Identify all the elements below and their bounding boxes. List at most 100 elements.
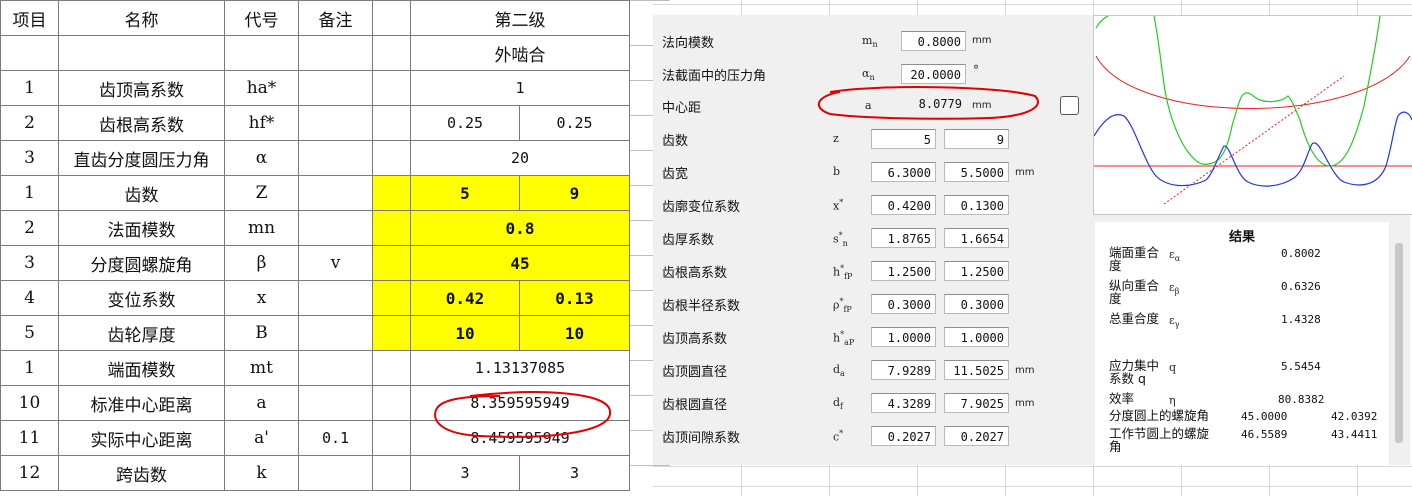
name-cell[interactable]: 分度圆螺旋角	[58, 245, 225, 281]
cell[interactable]	[372, 420, 411, 456]
cell[interactable]	[224, 35, 299, 71]
input-cell-gear1[interactable]: 5	[410, 175, 520, 211]
cell[interactable]	[372, 35, 411, 71]
cell[interactable]	[372, 350, 411, 386]
header-stage2[interactable]: 第二级	[410, 0, 630, 36]
code-cell[interactable]: mt	[224, 350, 299, 386]
value-cell-gear2[interactable]: 0.25	[519, 105, 630, 141]
code-cell[interactable]: α	[224, 140, 299, 176]
value-cell[interactable]: 1	[410, 70, 630, 106]
header-item[interactable]: 项目	[0, 0, 59, 36]
cell[interactable]	[372, 245, 411, 281]
dedendum-coef-input-gear1[interactable]: 1.2500	[871, 261, 936, 281]
note-cell[interactable]: v	[298, 245, 373, 281]
note-cell[interactable]	[298, 315, 373, 351]
mesh-type-cell[interactable]: 外啮合	[410, 35, 630, 71]
name-cell[interactable]: 标准中心距离	[58, 385, 225, 421]
input-cell[interactable]: 45	[410, 245, 630, 281]
header-note[interactable]: 备注	[298, 0, 373, 36]
note-cell[interactable]	[298, 280, 373, 316]
item-cell[interactable]: 1	[0, 70, 59, 106]
tip-clearance-input-gear2[interactable]: 0.2027	[944, 426, 1009, 446]
module-input[interactable]: 0.8000	[901, 31, 966, 51]
cell[interactable]	[0, 35, 59, 71]
cell[interactable]	[372, 105, 411, 141]
input-cell-gear1[interactable]: 0.42	[410, 280, 520, 316]
cell[interactable]	[372, 70, 411, 106]
item-cell[interactable]: 1	[0, 175, 59, 211]
root-radius-coef-input-gear2[interactable]: 0.3000	[944, 294, 1009, 314]
root-diameter-input-gear1[interactable]: 4.3289	[871, 393, 936, 413]
root-radius-coef-input-gear1[interactable]: 0.3000	[871, 294, 936, 314]
cell[interactable]	[372, 280, 411, 316]
item-cell[interactable]: 10	[0, 385, 59, 421]
header-code[interactable]: 代号	[224, 0, 299, 36]
header-blank[interactable]	[372, 0, 411, 36]
item-cell[interactable]: 2	[0, 210, 59, 246]
name-cell[interactable]: 法面模数	[58, 210, 225, 246]
name-cell[interactable]: 直齿分度圆压力角	[58, 140, 225, 176]
cell[interactable]	[372, 315, 411, 351]
header-name[interactable]: 名称	[58, 0, 225, 36]
teeth-input-gear2[interactable]: 9	[944, 129, 1009, 149]
tip-diameter-input-gear2[interactable]: 11.5025	[944, 360, 1009, 380]
thickness-coef-input-gear2[interactable]: 1.6654	[944, 228, 1009, 248]
addendum-coef-input-gear2[interactable]: 1.0000	[944, 327, 1009, 347]
face-width-input-gear1[interactable]: 6.3000	[871, 162, 936, 182]
item-cell[interactable]: 12	[0, 455, 59, 491]
cell[interactable]	[372, 175, 411, 211]
teeth-input-gear1[interactable]: 5	[871, 129, 936, 149]
name-cell[interactable]: 齿轮厚度	[58, 315, 225, 351]
profile-shift-input-gear1[interactable]: 0.4200	[871, 195, 936, 215]
value-cell[interactable]: 8.459595949	[410, 420, 630, 456]
code-cell[interactable]: a'	[224, 420, 299, 456]
item-cell[interactable]: 11	[0, 420, 59, 456]
center-distance-checkbox[interactable]	[1060, 96, 1079, 115]
code-cell[interactable]: β	[224, 245, 299, 281]
name-cell[interactable]: 端面模数	[58, 350, 225, 386]
input-cell-gear2[interactable]: 10	[519, 315, 630, 351]
note-cell[interactable]	[298, 210, 373, 246]
root-diameter-input-gear2[interactable]: 7.9025	[944, 393, 1009, 413]
dedendum-coef-input-gear2[interactable]: 1.2500	[944, 261, 1009, 281]
note-cell[interactable]	[298, 455, 373, 491]
value-cell-gear2[interactable]: 3	[519, 455, 630, 491]
item-cell[interactable]: 1	[0, 350, 59, 386]
addendum-coef-input-gear1[interactable]: 1.0000	[871, 327, 936, 347]
cell[interactable]	[58, 35, 225, 71]
profile-shift-input-gear2[interactable]: 0.1300	[944, 195, 1009, 215]
tip-clearance-input-gear1[interactable]: 0.2027	[871, 426, 936, 446]
note-cell[interactable]	[298, 350, 373, 386]
code-cell[interactable]: hf*	[224, 105, 299, 141]
code-cell[interactable]: x	[224, 280, 299, 316]
code-cell[interactable]: Z	[224, 175, 299, 211]
code-cell[interactable]: B	[224, 315, 299, 351]
input-cell-gear1[interactable]: 10	[410, 315, 520, 351]
code-cell[interactable]: ha*	[224, 70, 299, 106]
note-cell[interactable]	[298, 70, 373, 106]
name-cell[interactable]: 实际中心距离	[58, 420, 225, 456]
face-width-input-gear2[interactable]: 5.5000	[944, 162, 1009, 182]
cell[interactable]	[372, 455, 411, 491]
value-cell[interactable]: 20	[410, 140, 630, 176]
note-cell[interactable]	[298, 140, 373, 176]
note-cell[interactable]	[298, 105, 373, 141]
pressure-angle-input[interactable]: 20.0000	[901, 64, 966, 84]
standard-center-distance-cell[interactable]: 8.359595949	[410, 385, 630, 421]
name-cell[interactable]: 齿根高系数	[58, 105, 225, 141]
item-cell[interactable]: 2	[0, 105, 59, 141]
cell[interactable]	[372, 140, 411, 176]
tip-diameter-input-gear1[interactable]: 7.9289	[871, 360, 936, 380]
thickness-coef-input-gear1[interactable]: 1.8765	[871, 228, 936, 248]
value-cell-gear1[interactable]: 3	[410, 455, 520, 491]
cell[interactable]	[372, 210, 411, 246]
value-cell-gear1[interactable]: 0.25	[410, 105, 520, 141]
cell[interactable]	[298, 35, 373, 71]
code-cell[interactable]: a	[224, 385, 299, 421]
name-cell[interactable]: 齿顶高系数	[58, 70, 225, 106]
input-cell-gear2[interactable]: 0.13	[519, 280, 630, 316]
value-cell[interactable]: 1.13137085	[410, 350, 630, 386]
code-cell[interactable]: k	[224, 455, 299, 491]
note-cell[interactable]	[298, 385, 373, 421]
item-cell[interactable]: 3	[0, 245, 59, 281]
